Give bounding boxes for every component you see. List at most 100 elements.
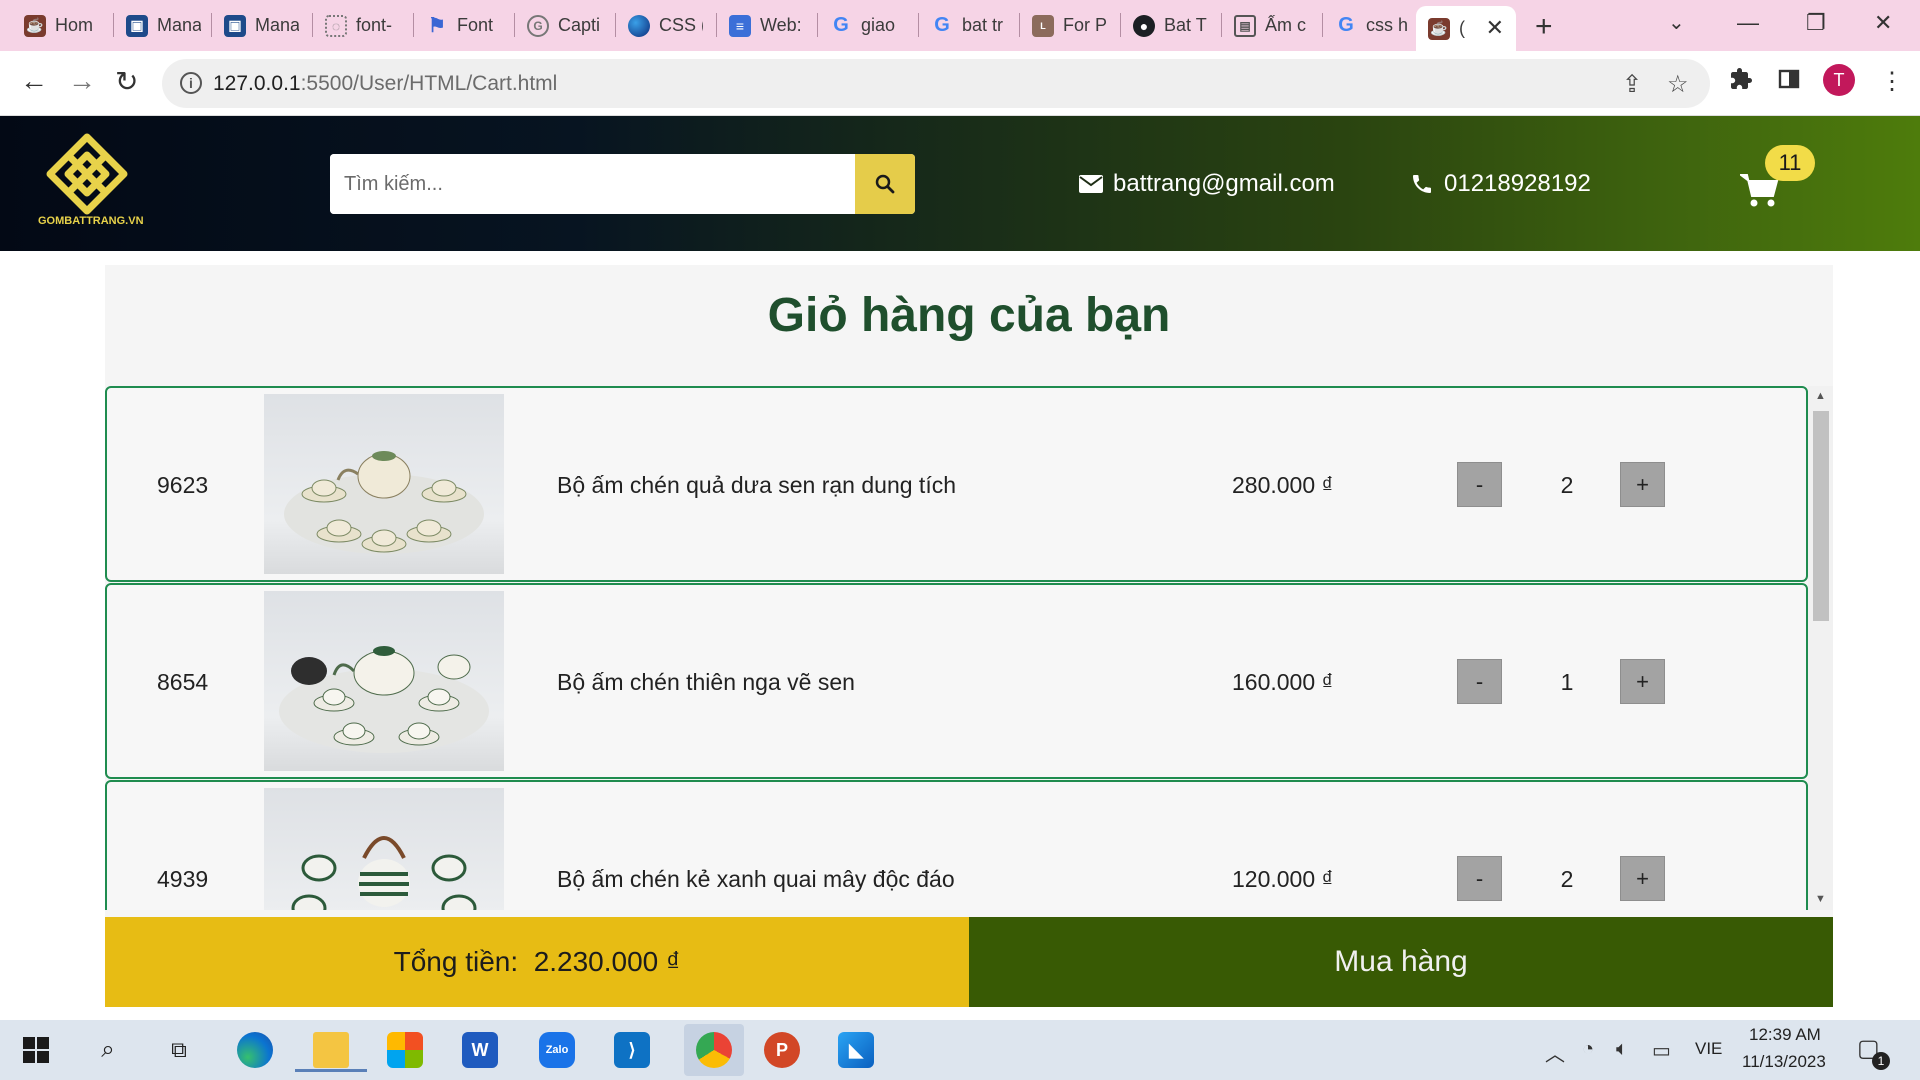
browser-tab[interactable]: ▤ Ấm c xyxy=(1222,6,1320,45)
address-bar[interactable]: i 127.0.0.1:5500/User/HTML/Cart.html ⇪ ☆ xyxy=(162,59,1710,108)
file-explorer-icon[interactable] xyxy=(295,1028,367,1072)
task-view-icon[interactable]: ⧉ xyxy=(157,1028,201,1072)
browser-tab[interactable]: ▣ Mana xyxy=(212,6,310,45)
increase-qty-button[interactable]: + xyxy=(1620,856,1665,901)
teapot-icon: ☕ xyxy=(24,14,46,37)
profile-avatar[interactable]: T xyxy=(1823,64,1855,96)
bookmark-star-icon[interactable]: ☆ xyxy=(1667,70,1689,99)
photos-icon[interactable]: ◣ xyxy=(834,1028,878,1072)
language-indicator[interactable]: VIE xyxy=(1695,1039,1722,1059)
microsoft-store-icon[interactable] xyxy=(383,1028,427,1072)
cart-item: 4939 Bộ ấm chén kẻ xanh quai mây độc đáo… xyxy=(105,780,1808,910)
zalo-icon[interactable]: Zalo xyxy=(535,1028,579,1072)
browser-tab[interactable]: G giao xyxy=(818,6,916,45)
contact-phone[interactable]: 01218928192 xyxy=(1410,170,1591,198)
browser-tab[interactable]: ☕ Hom xyxy=(12,6,112,45)
flag-icon: ⚑ xyxy=(428,15,446,37)
cart-count-badge: 11 xyxy=(1765,145,1815,181)
quantity-value: 2 xyxy=(1560,866,1574,892)
browser-tab[interactable]: ▣ Mana xyxy=(114,6,210,45)
new-tab-icon[interactable]: + xyxy=(1535,10,1553,44)
product-name: Bộ ấm chén quả dưa sen rạn dung tích xyxy=(557,472,956,498)
product-price: 120.000 ₫ xyxy=(1232,866,1334,892)
cart-list-scrollbar[interactable]: ▲ ▼ xyxy=(1808,386,1833,910)
chevron-up-icon[interactable]: ︿ xyxy=(1545,1038,1565,1067)
increase-qty-button[interactable]: + xyxy=(1620,659,1665,704)
total-value: 2.230.000 ₫ xyxy=(533,946,681,977)
github-icon: ● xyxy=(1133,14,1155,37)
search-icon[interactable]: ⌕ xyxy=(86,1028,130,1072)
battery-icon[interactable]: ▭ xyxy=(1652,1038,1671,1063)
google-icon: G xyxy=(934,14,950,36)
cart-panel: Giỏ hàng của bạn 9623 Bộ ấm chén quả dưa… xyxy=(105,265,1833,1007)
minimize-icon[interactable]: — xyxy=(1737,10,1759,36)
close-tab-icon[interactable]: ✕ xyxy=(1486,15,1504,41)
vscode-icon[interactable]: ⟩ xyxy=(610,1028,654,1072)
clock-time[interactable]: 12:39 AM xyxy=(1749,1025,1821,1045)
menu-kebab-icon[interactable]: ⋮ xyxy=(1880,67,1904,96)
restore-icon[interactable]: ❐ xyxy=(1806,10,1826,36)
browser-tab[interactable]: ◌ font- xyxy=(313,6,411,45)
tea-set-photo xyxy=(284,451,484,554)
wifi-icon[interactable]: ◔ xyxy=(1582,1038,1594,1061)
lotte-icon: L xyxy=(1032,14,1054,37)
browser-tab-active[interactable]: ☕ ( ✕ xyxy=(1416,6,1516,51)
back-icon[interactable]: ← xyxy=(20,65,48,97)
decrease-qty-button[interactable]: - xyxy=(1457,856,1502,901)
notification-count-badge: 1 xyxy=(1872,1052,1890,1070)
cart-item-list[interactable]: 9623 Bộ ấm chén quả dưa sen rạn dung tíc… xyxy=(105,386,1808,910)
site-info-icon[interactable]: i xyxy=(180,72,202,94)
clock-date[interactable]: 11/13/2023 xyxy=(1742,1052,1826,1072)
decrease-qty-button[interactable]: - xyxy=(1457,462,1502,507)
buy-button[interactable]: Mua hàng xyxy=(969,917,1833,1007)
edge-icon[interactable] xyxy=(233,1028,277,1072)
browser-tab[interactable]: ● Bat T xyxy=(1121,6,1219,45)
window-close-icon[interactable]: ✕ xyxy=(1874,10,1892,36)
google-icon: G xyxy=(527,14,549,37)
product-id: 9623 xyxy=(157,472,209,498)
scroll-down-arrow-icon[interactable]: ▼ xyxy=(1815,893,1826,905)
logo-text: GOMBATTRANG.VN xyxy=(38,215,144,227)
browser-tab[interactable]: CSS ( xyxy=(616,6,714,45)
total-label: Tổng tiền: xyxy=(393,946,519,977)
extensions-icon[interactable] xyxy=(1729,67,1753,98)
cart-item: 8654 Bộ ấm chén thiên nga vẽ sen 160.000… xyxy=(105,583,1808,779)
scroll-up-arrow-icon[interactable]: ▲ xyxy=(1815,390,1826,402)
tea-set-photo xyxy=(291,836,477,910)
google-icon: G xyxy=(833,14,849,36)
share-icon[interactable]: ⇪ xyxy=(1622,70,1642,99)
search-input[interactable] xyxy=(330,154,855,214)
decrease-qty-button[interactable]: - xyxy=(1457,659,1502,704)
browser-tab[interactable]: L For P xyxy=(1020,6,1118,45)
volume-icon[interactable]: 🔈︎ xyxy=(1616,1038,1628,1061)
word-icon[interactable]: W xyxy=(458,1028,502,1072)
windows-start-icon[interactable] xyxy=(14,1028,58,1072)
envelope-icon xyxy=(1079,175,1103,193)
loading-icon: ◌ xyxy=(325,14,347,37)
scroll-thumb[interactable] xyxy=(1813,411,1829,621)
product-id: 8654 xyxy=(157,669,209,695)
page-title: Giỏ hàng của bạn xyxy=(767,289,1171,342)
browser-tab[interactable]: G css h xyxy=(1323,6,1421,45)
google-icon: G xyxy=(1338,14,1354,36)
browser-tab[interactable]: G bat tr xyxy=(919,6,1017,45)
product-image[interactable] xyxy=(264,394,504,574)
side-panel-icon[interactable] xyxy=(1777,67,1801,98)
product-image[interactable] xyxy=(264,591,504,771)
browser-tab[interactable]: G Capti xyxy=(515,6,613,45)
contact-email[interactable]: battrang@gmail.com xyxy=(1079,170,1335,198)
reload-icon[interactable]: ↻ xyxy=(115,65,138,98)
product-image[interactable] xyxy=(264,788,504,910)
teapot-icon: ☕ xyxy=(1428,17,1450,40)
browser-tab[interactable]: ⚑ Font xyxy=(414,6,512,45)
increase-qty-button[interactable]: + xyxy=(1620,462,1665,507)
powerpoint-icon[interactable]: P xyxy=(760,1028,804,1072)
product-id: 4939 xyxy=(157,866,209,892)
browser-tab[interactable]: ≡ Web: xyxy=(717,6,815,45)
url-text[interactable]: 127.0.0.1:5500/User/HTML/Cart.html xyxy=(213,72,557,96)
search-button[interactable] xyxy=(855,154,915,214)
search-box xyxy=(330,154,915,214)
tab-search-icon[interactable]: ⌄ xyxy=(1668,10,1685,35)
chrome-icon[interactable] xyxy=(684,1024,744,1076)
forward-icon[interactable]: → xyxy=(68,65,96,97)
